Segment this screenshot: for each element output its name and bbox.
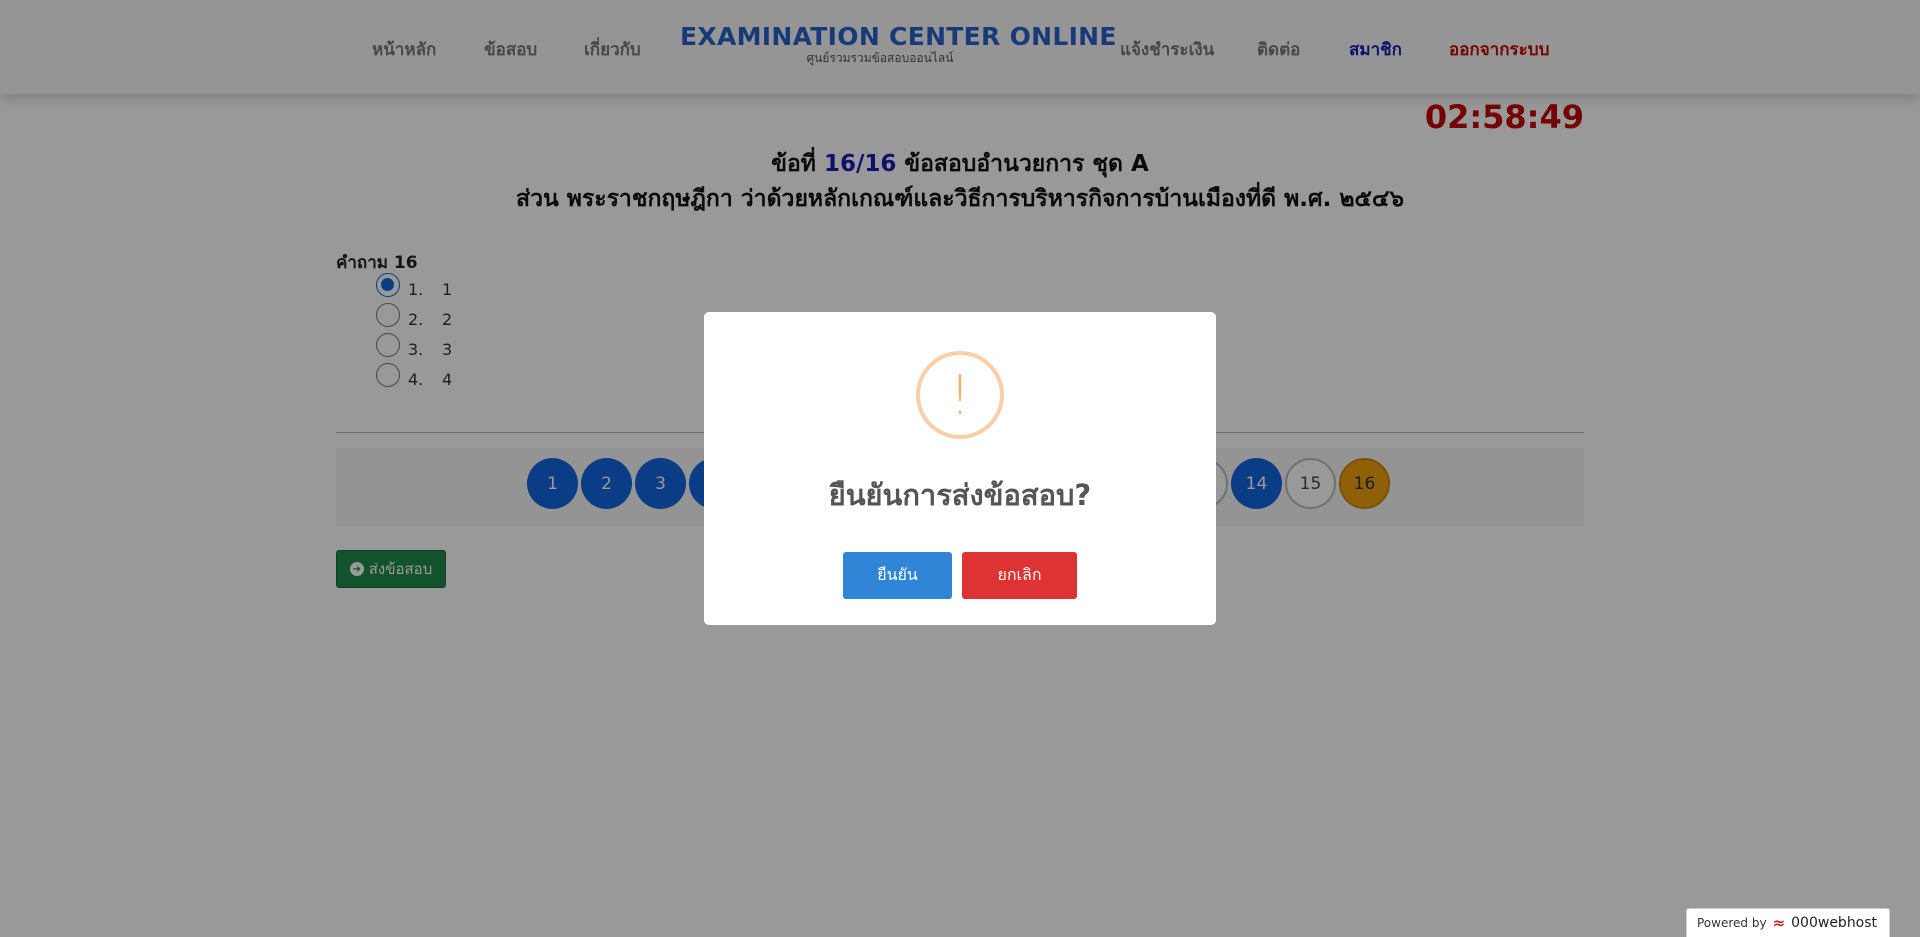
cancel-button[interactable]: ยกเลิก <box>962 552 1077 599</box>
dialog-title: ยืนยันการส่งข้อสอบ? <box>828 478 1092 512</box>
confirm-dialog: ! ยืนยันการส่งข้อสอบ? ยืนยัน ยกเลิก <box>704 312 1216 625</box>
webhost-name: 000webhost <box>1791 915 1878 931</box>
powered-by-badge[interactable]: Powered by ≈ 000webhost <box>1686 908 1890 937</box>
warning-icon: ! <box>916 351 1004 439</box>
webhost-logo-icon: ≈ <box>1772 914 1786 932</box>
powered-by-label: Powered by <box>1697 916 1767 930</box>
confirm-button[interactable]: ยืนยัน <box>843 552 952 599</box>
